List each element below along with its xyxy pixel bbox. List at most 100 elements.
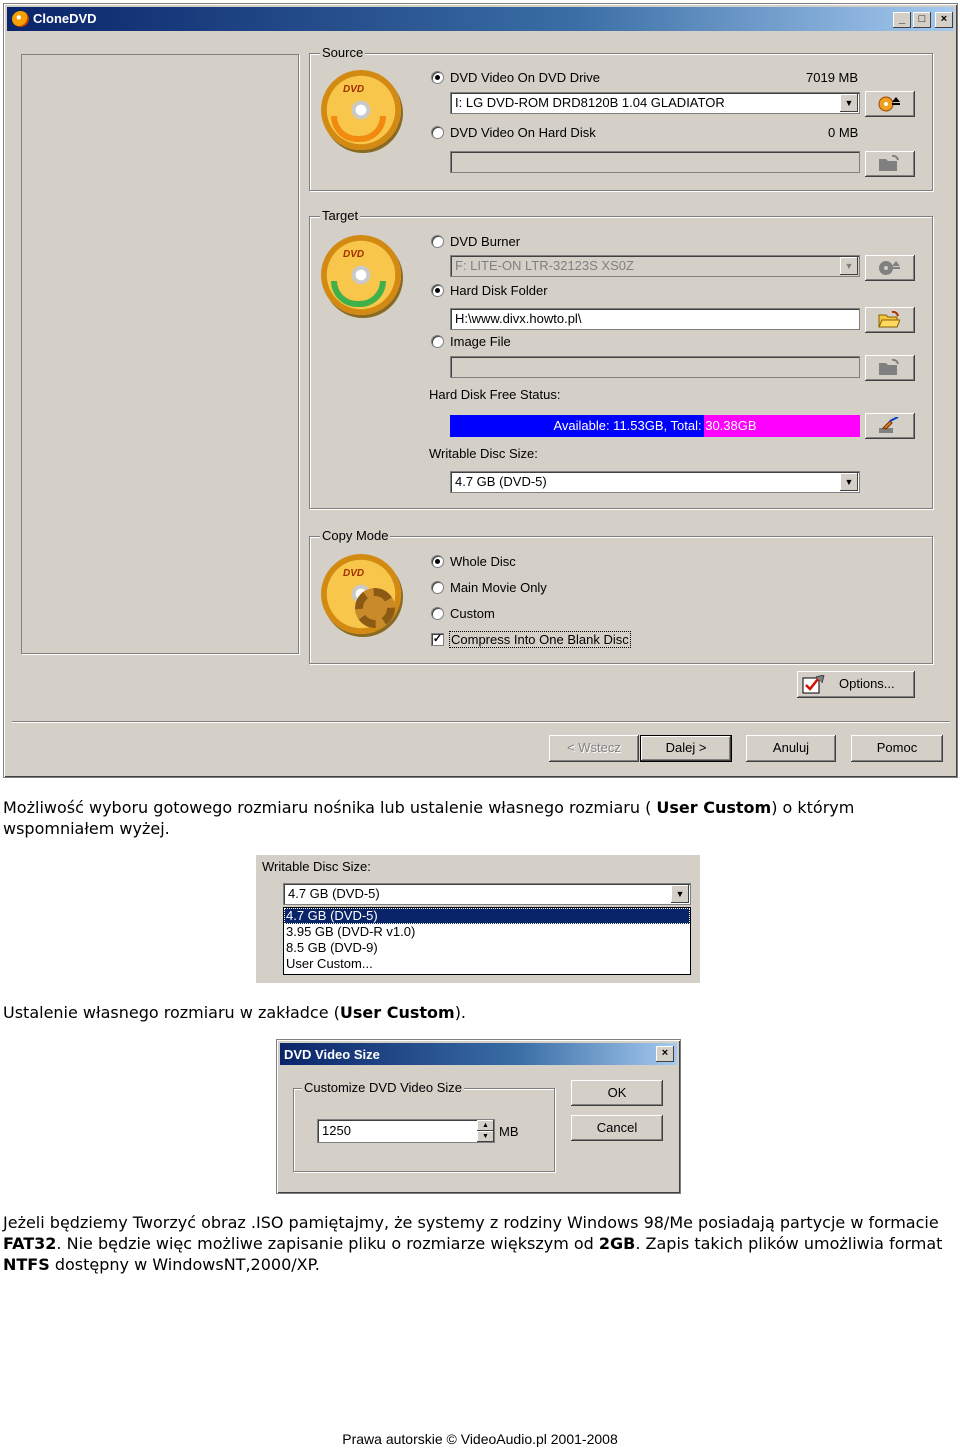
dropdown-option[interactable]: 8.5 GB (DVD-9) [284,940,690,956]
writable-size-value: 4.7 GB (DVD-5) [455,474,547,489]
target-group-label: Target [320,208,361,223]
source-group-label: Source [320,45,366,60]
copyright-footer: Prawa autorskie © VideoAudio.pl 2001-200… [342,1431,618,1447]
source-dvd-drive-radio[interactable] [431,71,444,84]
source-disc-icon: DVD [321,70,401,150]
target-folder-input[interactable]: H:\www.divx.howto.pl\ [450,308,860,330]
source-browse-button[interactable] [865,151,915,177]
folder-icon [879,359,899,375]
source-hard-disk-label: DVD Video On Hard Disk [450,125,596,140]
copy-main-movie-radio[interactable] [431,581,444,594]
writable-size-select[interactable]: 4.7 GB (DVD-5) ▼ [450,471,860,493]
dropdown-option[interactable]: User Custom... [284,956,690,972]
writable-size-dropdown-screenshot: Writable Disc Size: 4.7 GB (DVD-5) ▼ 4.7… [256,855,700,983]
target-dvd-burner-radio[interactable] [431,235,444,248]
disc-eject-icon [879,261,900,275]
title-bar[interactable]: CloneDVD _ □ × [7,7,954,31]
copy-custom-label: Custom [450,606,495,621]
source-dvd-drive-label: DVD Video On DVD Drive [450,70,601,85]
cancel-button[interactable]: Anuluj [746,735,836,762]
orange-arrow-icon [331,116,386,142]
source-hard-disk-radio[interactable] [431,126,444,139]
target-folder-browse-button[interactable] [865,307,915,333]
target-burner-value: F: LITE-ON LTR-32123S XS0Z [455,258,634,273]
copy-whole-disc-label: Whole Disc [450,554,516,569]
next-button[interactable]: Dalej > [640,735,732,762]
dvd-logo-icon: DVD [343,84,365,95]
options-button[interactable]: Options... [797,671,915,698]
copy-mode-group-label: Copy Mode [320,528,391,543]
dvd-video-size-dialog: DVD Video Size × Customize DVD Video Siz… [276,1039,681,1194]
left-panel [21,54,299,654]
compress-label[interactable]: Compress Into One Blank Disc [449,631,631,648]
dropdown-label: Writable Disc Size: [262,859,371,874]
maximize-button[interactable]: □ [913,12,931,28]
target-image-path[interactable] [450,356,860,378]
compress-checkbox[interactable]: ✓ [431,633,444,646]
free-status-text: Available: 11.53GB, Total: 30.38GB [553,418,757,433]
chevron-down-icon[interactable]: ▼ [671,885,689,903]
hard-disk-free-bar: Available: 11.53GB, Total: 30.38GB [450,415,860,437]
image-file-browse-button[interactable] [865,355,915,381]
spin-buttons: ▲ ▼ [477,1120,494,1142]
source-drive-select[interactable]: I: LG DVD-ROM DRD8120B 1.04 GLADIATOR ▼ [450,92,860,114]
paragraph-user-custom: Ustalenie własnego rozmiaru w zakładce (… [3,1003,467,1022]
paragraph-size-choice: Możliwość wyboru gotowego rozmiaru nośni… [3,798,855,838]
minimize-button[interactable]: _ [893,12,911,28]
open-folder-icon [878,311,900,328]
target-disc-icon: DVD [321,235,401,315]
dropdown-option[interactable]: 3.95 GB (DVD-R v1.0) [284,924,690,940]
dialog-cancel-button[interactable]: Cancel [571,1115,663,1141]
copy-mode-disc-icon: DVD [321,554,401,634]
eject-disc-button[interactable] [865,91,915,117]
source-hard-disk-path[interactable] [450,151,860,173]
dropdown-list: 4.7 GB (DVD-5) 3.95 GB (DVD-R v1.0) 8.5 … [283,907,691,975]
folder-icon [879,155,899,171]
dropdown-select[interactable]: 4.7 GB (DVD-5) ▼ [283,883,691,905]
target-dvd-burner-label: DVD Burner [450,234,521,249]
dialog-ok-button[interactable]: OK [571,1080,663,1106]
size-unit: MB [499,1124,519,1139]
disc-eject-icon [878,96,900,112]
back-button[interactable]: < Wstecz [549,735,639,762]
clonedvd-window: CloneDVD _ □ × Source DVD DVD Video On D… [3,3,958,778]
source-hard-disk-size: 0 MB [828,125,859,140]
writable-size-label: Writable Disc Size: [429,446,538,461]
customize-size-label: Customize DVD Video Size [302,1080,464,1095]
options-checklist-icon [802,675,825,694]
broom-icon [879,417,899,433]
size-input[interactable]: 1250 [317,1119,495,1143]
target-burner-select[interactable]: F: LITE-ON LTR-32123S XS0Z ▼ [450,255,860,277]
dialog-title-bar[interactable]: DVD Video Size × [280,1043,677,1065]
gear-icon [355,588,395,628]
copy-whole-disc-radio[interactable] [431,555,444,568]
source-dvd-drive-size: 7019 MB [806,70,859,85]
chevron-down-icon[interactable]: ▼ [840,473,858,491]
free-status-label: Hard Disk Free Status: [429,387,561,402]
dialog-title: DVD Video Size [284,1047,380,1062]
target-hard-disk-folder-radio[interactable] [431,284,444,297]
chevron-down-icon[interactable]: ▼ [840,94,858,112]
disk-cleanup-button[interactable] [865,413,915,439]
dvd-logo-icon: DVD [343,249,365,260]
target-image-file-label: Image File [450,334,511,349]
size-spinner[interactable]: 1250 ▲ ▼ [317,1119,495,1143]
spin-up-icon[interactable]: ▲ [477,1120,494,1131]
target-hard-disk-folder-label: Hard Disk Folder [450,283,548,298]
close-button[interactable]: × [935,12,953,28]
dropdown-value: 4.7 GB (DVD-5) [288,886,380,901]
spin-down-icon[interactable]: ▼ [477,1131,494,1142]
dropdown-option[interactable]: 4.7 GB (DVD-5) [284,908,690,924]
help-button[interactable]: Pomoc [851,735,943,762]
options-button-label: Options... [839,676,895,691]
clonedvd-app-icon [12,11,29,27]
copy-custom-radio[interactable] [431,607,444,620]
burner-eject-button[interactable] [865,255,915,281]
window-title: CloneDVD [33,11,97,26]
paragraph-iso-note: Jeżeli będziemy Tworzyć obraz .ISO pamię… [3,1213,943,1274]
source-drive-value: I: LG DVD-ROM DRD8120B 1.04 GLADIATOR [455,95,725,110]
dialog-close-button[interactable]: × [656,1046,674,1062]
chevron-down-icon[interactable]: ▼ [840,257,858,275]
green-arrow-icon [331,281,386,307]
target-image-file-radio[interactable] [431,335,444,348]
